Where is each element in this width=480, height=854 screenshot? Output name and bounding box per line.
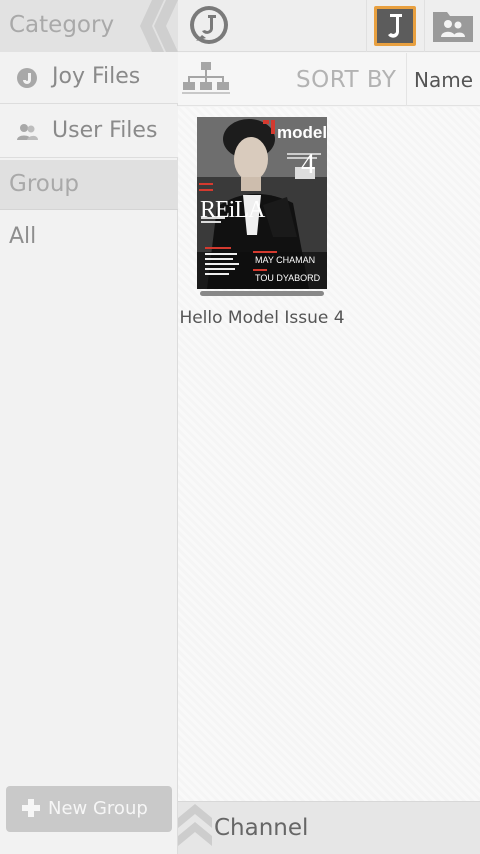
sort-by-label: SORT BY <box>296 67 397 93</box>
sidebar-item-joy-files[interactable]: Joy Files <box>0 52 178 104</box>
joy-logo-icon[interactable] <box>188 5 230 47</box>
double-chevron-icon[interactable] <box>138 0 178 52</box>
users-icon <box>17 124 38 140</box>
users-folder-icon <box>433 12 473 42</box>
group-item-all[interactable]: All <box>9 224 36 249</box>
sidebar-item-label: User Files <box>52 118 158 143</box>
joy-logo-icon <box>17 68 37 88</box>
cover-line-1: MAY CHAMAN <box>255 255 316 265</box>
double-chevron-up-icon[interactable] <box>178 802 212 854</box>
sidebar-item-label: Joy Files <box>52 64 141 89</box>
group-label: Group <box>9 171 80 197</box>
plus-icon <box>22 799 40 817</box>
new-group-button[interactable]: New Group <box>6 786 172 832</box>
sort-bar: SORT BY Name <box>178 53 480 106</box>
sidebar: Category Joy Files User Files Group All … <box>0 0 178 854</box>
new-group-label: New Group <box>48 798 148 819</box>
sort-by-dropdown[interactable]: Name <box>406 53 480 106</box>
cover-masthead: model! <box>277 123 327 142</box>
channel-bar[interactable]: Channel <box>178 801 480 854</box>
group-header: Group <box>0 160 178 210</box>
file-grid: model! 4 REiLA MAY CHAMAN TOU DYABORD He… <box>178 107 480 801</box>
channel-label: Channel <box>214 815 309 841</box>
cover-line-2: TOU DYABORD <box>255 273 321 283</box>
category-label: Category <box>9 12 115 38</box>
cover-name: REiLA <box>200 197 265 223</box>
book-title: Hello Model Issue 4 <box>179 308 345 328</box>
top-bar <box>178 0 480 52</box>
category-header: Category <box>0 0 178 52</box>
shelf-divider <box>200 291 324 296</box>
hierarchy-icon[interactable] <box>182 61 230 97</box>
book-cover[interactable]: model! 4 REiLA MAY CHAMAN TOU DYABORD <box>197 117 327 289</box>
sort-value: Name <box>414 68 474 92</box>
tab-user-files[interactable] <box>424 0 480 52</box>
joy-j-icon <box>374 6 416 46</box>
tab-joy-files[interactable] <box>366 0 422 52</box>
cover-issue-mark: 4 <box>301 149 315 180</box>
sidebar-item-user-files[interactable]: User Files <box>0 106 178 158</box>
